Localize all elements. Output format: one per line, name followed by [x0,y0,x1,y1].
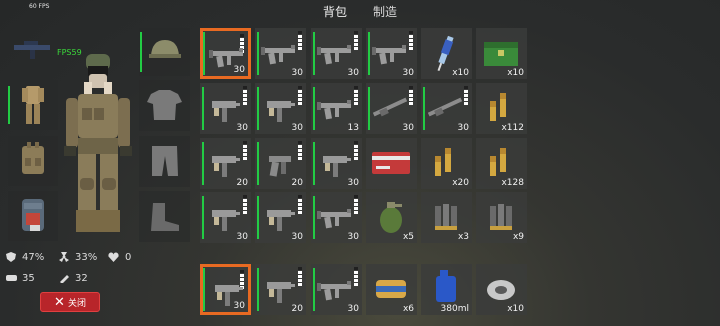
backpack-icon [22,199,44,231]
inventory-slot[interactable]: 30 [200,192,251,243]
weapon-slot[interactable] [8,28,58,66]
inventory-slot[interactable]: x3 [421,192,472,243]
equip-slot-backpack[interactable] [8,191,58,241]
inventory-slot[interactable] [366,138,417,189]
item-quantity: 20 [291,178,303,188]
armor-icon [6,252,16,262]
water-stat: 32 [75,273,88,284]
item-quantity: 13 [347,123,359,133]
health-stat: 0 [125,252,132,263]
equip-slot-boots[interactable] [139,191,190,242]
hotbar-slot[interactable]: 20 [255,264,306,315]
tab-bar: 背包 制造 [0,0,720,22]
inventory-slot[interactable]: 30 [200,83,251,134]
inventory-slot[interactable]: 13 [311,83,362,134]
inventory-slot[interactable]: x5 [366,192,417,243]
boots-icon [151,203,179,231]
inventory-slot[interactable]: 30 [200,28,251,79]
inventory-slot[interactable]: 30 [366,28,417,79]
inventory-slot[interactable]: 30 [311,192,362,243]
item-quantity: x20 [452,178,469,188]
equip-slot-helmet[interactable] [139,28,190,76]
inventory-slot[interactable]: x20 [421,138,472,189]
inventory-slot[interactable]: x128 [476,138,527,189]
item-quantity: 30 [233,301,245,311]
rifle-icon [209,48,243,68]
item-quantity: 30 [347,232,359,242]
radiation-icon [59,252,69,262]
inventory-slot[interactable]: 30 [311,138,362,189]
item-quantity: x128 [501,178,524,188]
item-quantity: 30 [347,178,359,188]
item-quantity: 30 [291,68,303,78]
item-quantity: 30 [236,232,248,242]
item-quantity: 20 [236,178,248,188]
close-icon: ✕ [54,294,65,310]
tab-backpack[interactable]: 背包 [323,3,347,20]
item-quantity: x5 [402,232,414,242]
inventory-slot[interactable]: x10 [476,28,527,79]
equip-slot-clothing[interactable] [8,80,58,130]
inventory-slot[interactable]: 30 [366,83,417,134]
inventory-slot[interactable]: 30 [421,83,472,134]
ghillie-suit-icon [22,86,44,124]
radiation-stat: 33% [75,252,98,263]
inventory-slot[interactable]: 30 [255,83,306,134]
item-quantity: x10 [452,68,469,78]
tactical-vest-icon [22,142,44,174]
equip-slot-pants[interactable] [139,136,190,187]
item-quantity: 30 [291,232,303,242]
item-quantity: 30 [347,304,359,314]
item-quantity: 30 [291,123,303,133]
close-button[interactable]: ✕ 关闭 [40,292,100,312]
pants-icon [152,146,178,176]
item-quantity: 380ml [440,304,469,314]
inventory-slot[interactable]: 20 [200,138,251,189]
helmet-icon [149,40,181,58]
weapon-slot-icon [14,41,50,59]
inventory-slot[interactable]: 30 [311,28,362,79]
player-model [64,54,132,232]
item-quantity: 30 [233,65,245,75]
inventory-slot[interactable]: x10 [421,28,472,79]
food-icon [6,275,17,281]
inventory-slot[interactable]: 30 [255,192,306,243]
t-shirt-icon [147,90,182,120]
equip-slot-shirt[interactable] [139,80,190,131]
inventory-slot[interactable]: 20 [255,138,306,189]
item-quantity: 30 [402,123,414,133]
smg-icon [215,285,243,306]
item-quantity: x112 [501,123,524,133]
food-stat: 35 [22,273,35,284]
inventory-slot[interactable]: x112 [476,83,527,134]
inventory-slot[interactable]: 30 [255,28,306,79]
hotbar-slot[interactable]: 30 [200,264,251,315]
item-quantity: 30 [347,68,359,78]
item-quantity: 30 [236,123,248,133]
hotbar-slot[interactable]: x6 [366,264,417,315]
close-button-label: 关闭 [67,298,86,309]
hotbar-slot[interactable]: x10 [476,264,527,315]
item-quantity: x3 [457,232,469,242]
armor-stat: 47% [22,252,45,263]
item-quantity: x9 [512,232,524,242]
item-quantity: x10 [507,68,524,78]
equip-slot-vest[interactable] [8,136,58,186]
item-quantity: x6 [402,304,414,314]
tab-crafting[interactable]: 制造 [373,3,397,20]
hotbar-slot[interactable]: 30 [311,264,362,315]
item-quantity: 30 [402,68,414,78]
keycard-icon [372,152,410,174]
inventory-slot[interactable]: x9 [476,192,527,243]
item-quantity: x10 [507,304,524,314]
heart-icon [108,252,119,262]
item-quantity: 30 [457,123,469,133]
water-icon [60,275,69,283]
hotbar-slot[interactable]: 380ml [421,264,472,315]
item-quantity: 20 [291,304,303,314]
